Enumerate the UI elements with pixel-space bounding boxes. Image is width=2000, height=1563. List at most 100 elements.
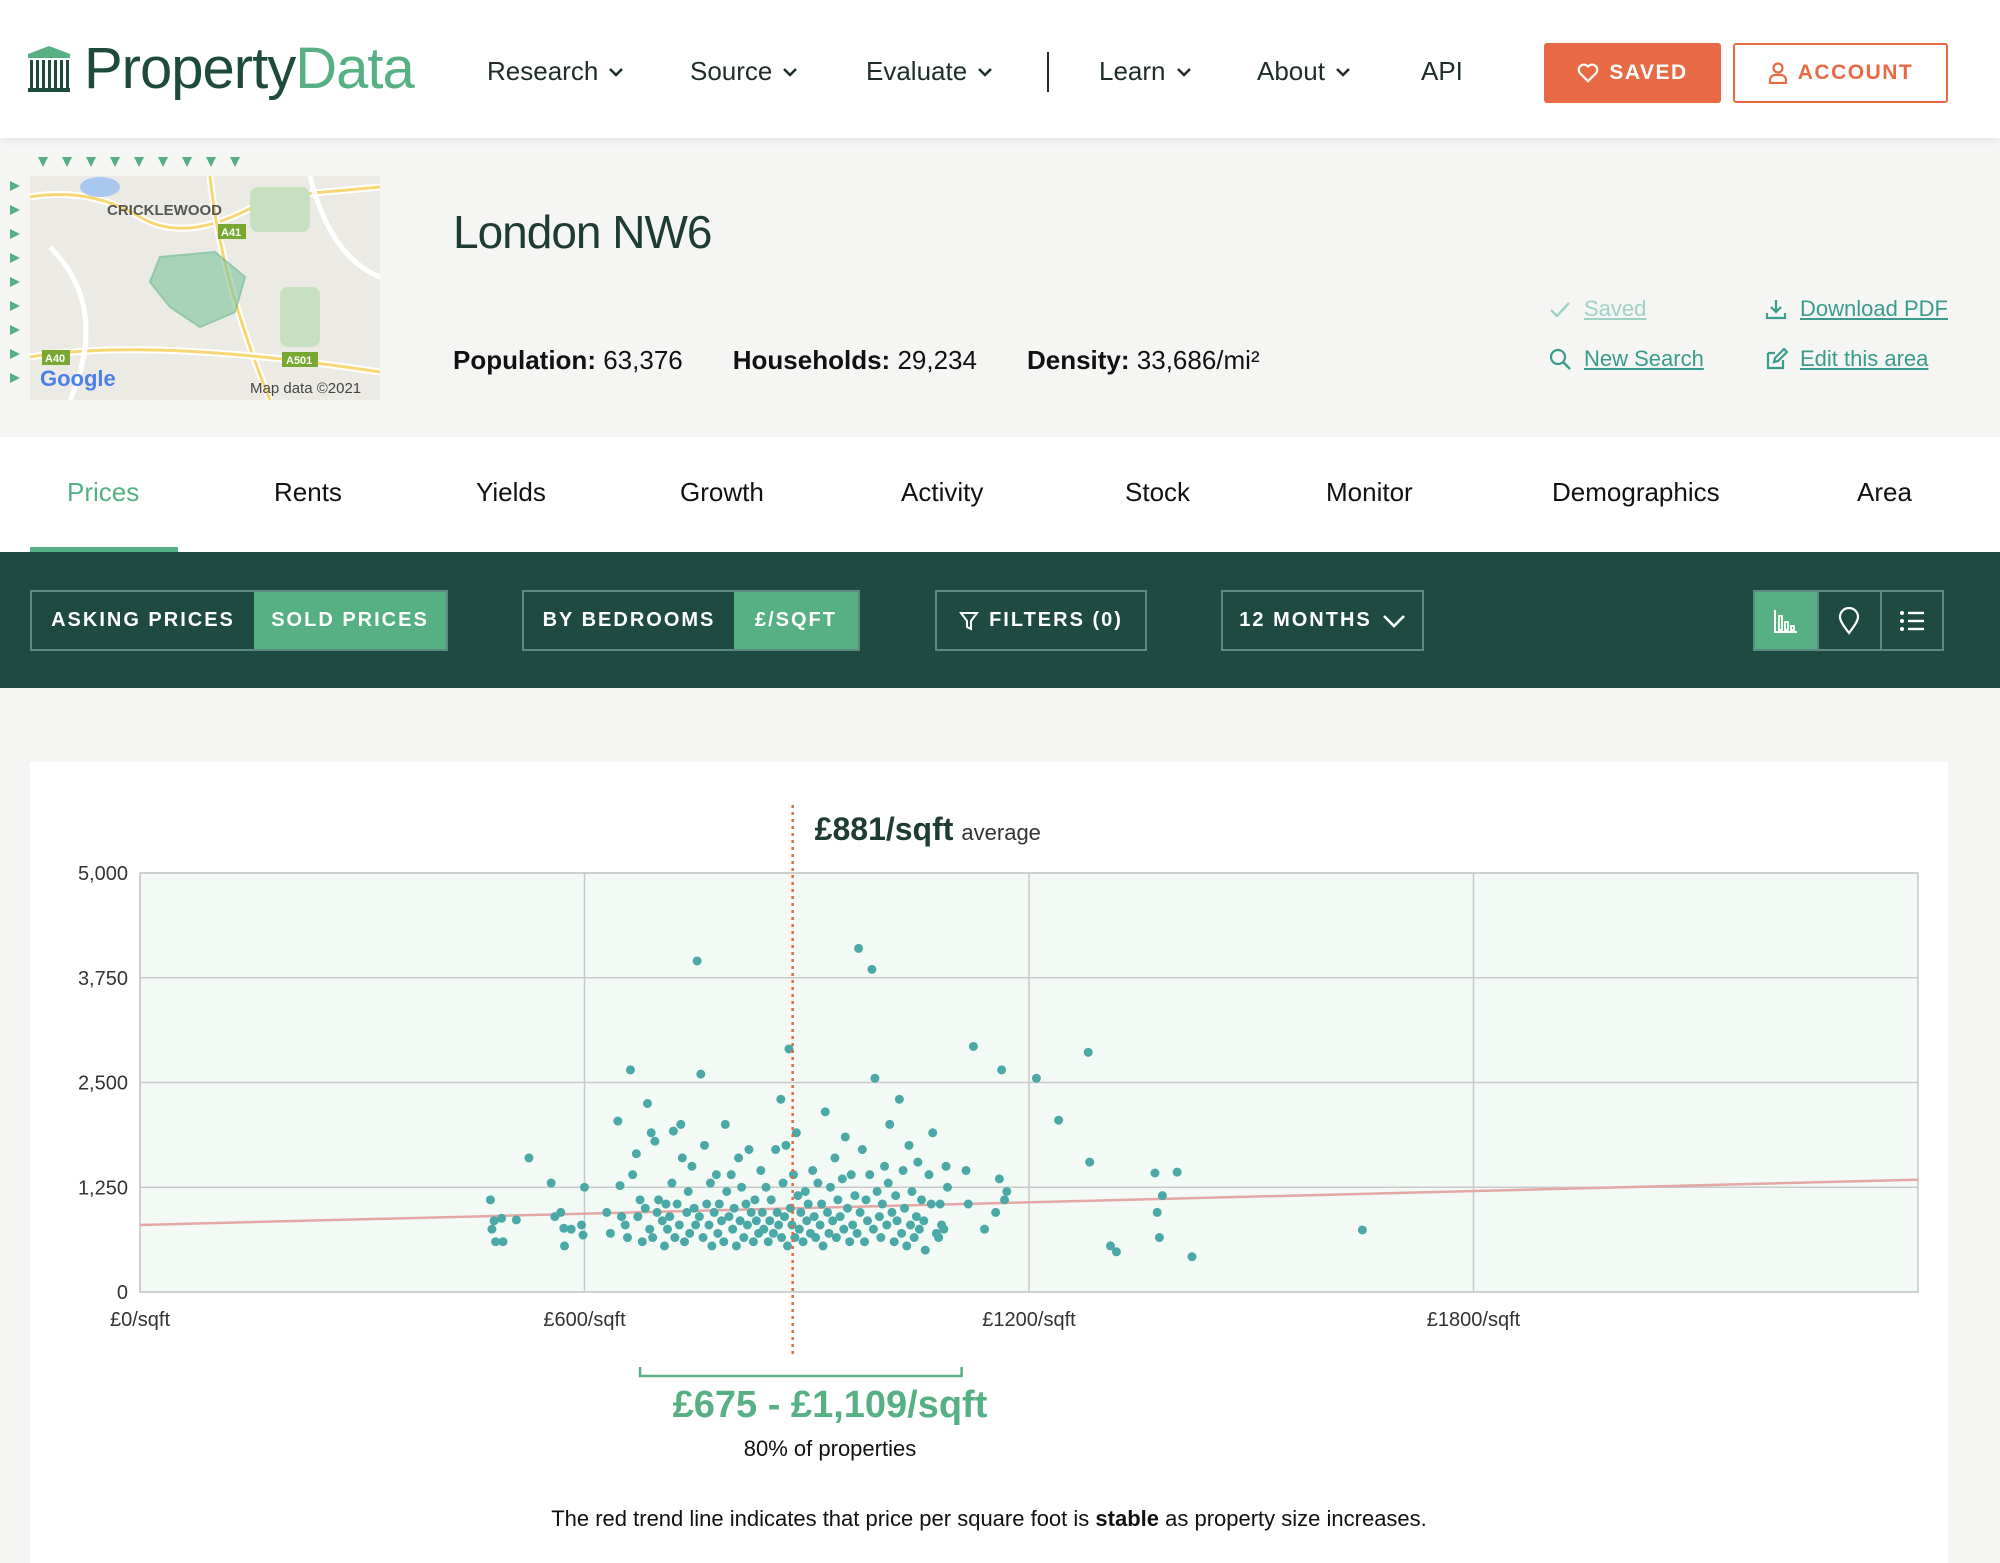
nav-api[interactable]: API — [1421, 56, 1463, 87]
data-point — [887, 1207, 897, 1217]
data-point — [698, 1233, 708, 1243]
download-pdf-label: Download PDF — [1800, 296, 1948, 321]
data-point — [713, 1228, 723, 1238]
data-point — [997, 1065, 1007, 1075]
data-point — [874, 1212, 884, 1222]
saved-button-label: SAVED — [1609, 61, 1688, 84]
data-point — [628, 1170, 638, 1180]
checkmark-icon — [1550, 302, 1570, 318]
data-point — [580, 1182, 589, 1192]
data-point — [660, 1241, 670, 1251]
data-point — [704, 1220, 714, 1230]
data-point — [631, 1149, 641, 1159]
tab-prices[interactable]: Prices — [67, 477, 139, 508]
new-search-label: New Search — [1584, 346, 1704, 371]
data-point — [625, 1065, 635, 1075]
tab-stock[interactable]: Stock — [1125, 477, 1190, 508]
data-point — [763, 1237, 773, 1247]
data-point — [892, 1216, 902, 1226]
logo[interactable]: PropertyData — [28, 40, 415, 98]
saved-link[interactable]: Saved — [1548, 296, 1646, 322]
tab-area[interactable]: Area — [1857, 477, 1912, 508]
per-sqft-button[interactable]: £/SQFT — [734, 592, 858, 649]
period-dropdown[interactable]: 12 MONTHS — [1221, 590, 1424, 651]
data-point — [889, 1237, 899, 1247]
data-point — [839, 1224, 849, 1234]
data-point — [831, 1233, 841, 1243]
data-point — [800, 1186, 810, 1196]
heart-icon — [1577, 63, 1599, 83]
data-point — [646, 1128, 656, 1138]
data-point — [605, 1228, 615, 1238]
nav-divider — [1047, 52, 1049, 92]
sold-prices-button[interactable]: SOLD PRICES — [254, 592, 446, 649]
data-point — [691, 1220, 701, 1230]
data-point — [615, 1181, 625, 1191]
data-point — [798, 1237, 808, 1247]
chevron-down-icon — [783, 67, 798, 77]
data-point — [919, 1216, 929, 1226]
account-button[interactable]: ACCOUNT — [1733, 43, 1948, 103]
tab-demographics[interactable]: Demographics — [1552, 477, 1720, 508]
y-tick-label: 3,750 — [78, 968, 128, 990]
data-point — [662, 1224, 672, 1234]
data-point — [935, 1199, 945, 1209]
data-point — [1111, 1247, 1121, 1257]
nav-source[interactable]: Source — [690, 56, 798, 87]
new-search-link[interactable]: New Search — [1548, 346, 1704, 372]
data-point — [848, 1220, 858, 1230]
data-point — [765, 1216, 775, 1226]
tab-activity[interactable]: Activity — [901, 477, 983, 508]
tab-rents[interactable]: Rents — [274, 477, 342, 508]
data-point — [865, 1170, 875, 1180]
data-point — [904, 1140, 914, 1150]
data-point — [487, 1224, 497, 1234]
filters-button[interactable]: FILTERS (0) — [935, 590, 1147, 651]
data-point — [909, 1233, 919, 1243]
data-point — [670, 1233, 680, 1243]
saved-button[interactable]: SAVED — [1544, 43, 1721, 103]
by-bedrooms-button[interactable]: BY BEDROOMS — [524, 592, 734, 649]
data-point — [1152, 1207, 1162, 1217]
map-road-a40: A40 — [45, 353, 65, 365]
data-point — [742, 1220, 752, 1230]
map-view-button[interactable] — [1817, 592, 1879, 649]
data-point — [756, 1165, 766, 1175]
nav-about[interactable]: About — [1257, 56, 1351, 87]
x-tick-label: £1200/sqft — [982, 1309, 1076, 1331]
data-point — [635, 1195, 645, 1205]
data-point — [722, 1186, 732, 1196]
data-point — [672, 1199, 682, 1209]
measure-toggle: BY BEDROOMS £/SQFT — [522, 590, 860, 651]
tab-monitor[interactable]: Monitor — [1326, 477, 1413, 508]
nav-research[interactable]: Research — [487, 56, 624, 87]
nav-evaluate[interactable]: Evaluate — [866, 56, 993, 87]
data-point — [613, 1116, 623, 1126]
area-map-thumbnail[interactable]: CRICKLEWOOD A41 A40 A501 Google Map data… — [10, 157, 380, 400]
data-point — [825, 1182, 835, 1192]
list-view-button[interactable] — [1879, 592, 1942, 649]
data-point — [674, 1220, 684, 1230]
chart-view-button[interactable] — [1755, 592, 1818, 649]
nav-learn[interactable]: Learn — [1099, 56, 1192, 87]
data-point — [1002, 1186, 1012, 1196]
data-point — [846, 1170, 856, 1180]
data-point — [761, 1182, 771, 1192]
tab-yields[interactable]: Yields — [476, 477, 546, 508]
tab-growth[interactable]: Growth — [680, 477, 764, 508]
chevron-down-icon — [978, 67, 993, 77]
data-point — [645, 1224, 655, 1234]
data-point — [781, 1140, 791, 1150]
asking-prices-button[interactable]: ASKING PRICES — [32, 592, 254, 649]
data-point — [739, 1233, 749, 1243]
data-point — [705, 1178, 715, 1188]
saved-link-label: Saved — [1584, 296, 1647, 321]
data-point — [665, 1212, 675, 1222]
stat-density-label: Density: — [1026, 345, 1130, 375]
data-point — [676, 1119, 686, 1129]
download-pdf-link[interactable]: Download PDF — [1764, 296, 1948, 322]
stat-density-value: 33,686/mi² — [1136, 345, 1260, 375]
edit-area-link[interactable]: Edit this area — [1764, 346, 1928, 372]
data-point — [902, 1241, 912, 1251]
data-point — [842, 1203, 852, 1213]
